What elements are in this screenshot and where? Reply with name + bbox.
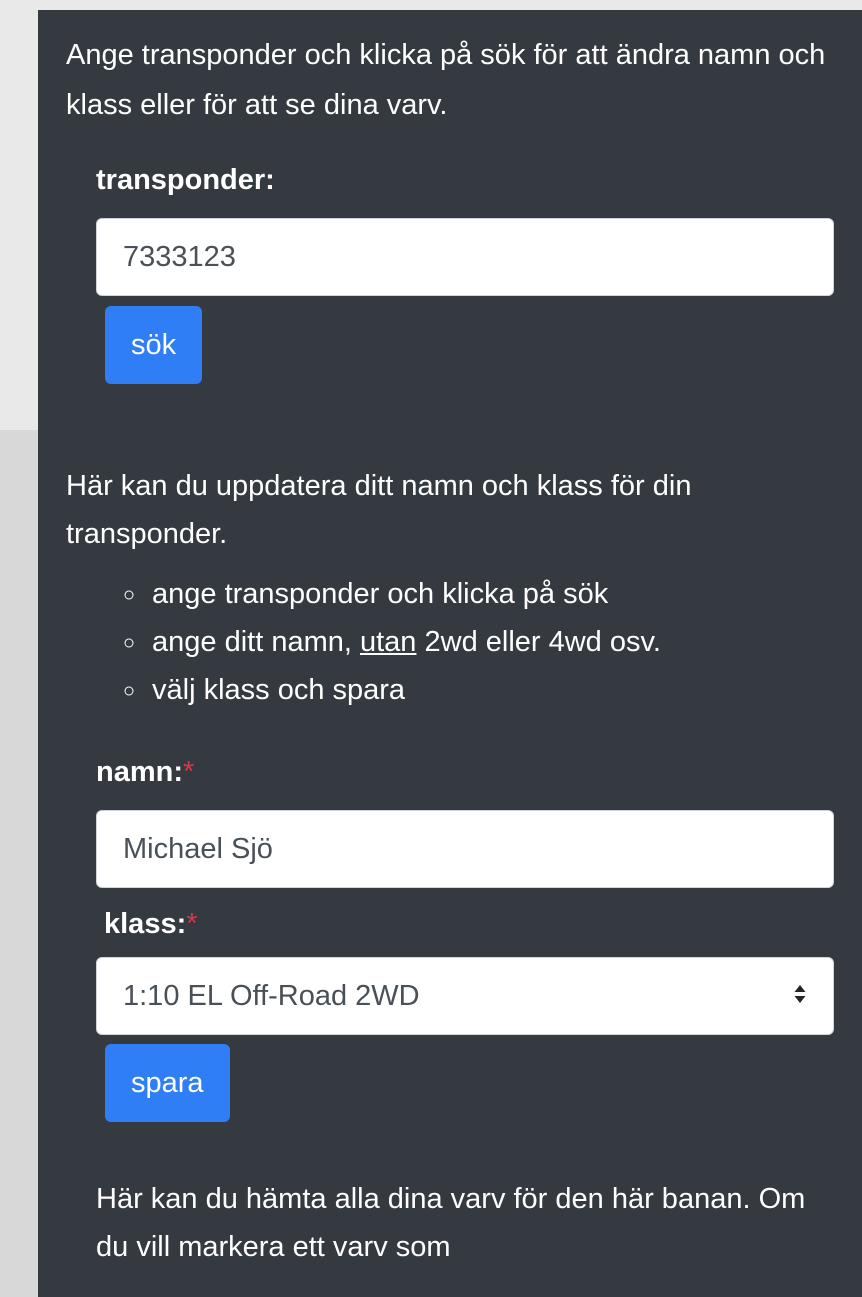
transponder-panel: Ange transponder och klicka på sök för a…	[38, 10, 862, 1297]
update-intro-text: Här kan du uppdatera ditt namn och klass…	[66, 470, 692, 550]
save-button[interactable]: spara	[105, 1044, 230, 1122]
list-item: ange ditt namn, utan 2wd eller 4wd osv.	[148, 618, 661, 666]
transponder-label: transponder:	[96, 164, 275, 196]
class-select[interactable]: 1:10 EL Off-Road 2WD	[96, 957, 834, 1035]
name-label: namn:*	[96, 756, 195, 788]
update-steps-list: ange transponder och klicka på sök ange …	[104, 570, 661, 714]
list-item: välj klass och spara	[148, 666, 661, 714]
name-input[interactable]	[96, 810, 834, 888]
sort-arrows-icon	[793, 983, 807, 1009]
emphasis-utan: utan	[359, 626, 417, 658]
required-marker: *	[183, 756, 195, 788]
list-item: ange transponder och klicka på sök	[148, 570, 661, 618]
class-label: klass:*	[104, 908, 198, 940]
search-intro-text: Ange transponder och klicka på sök för a…	[66, 39, 826, 121]
search-button[interactable]: sök	[105, 306, 203, 384]
required-marker: *	[186, 908, 198, 940]
transponder-input[interactable]	[96, 218, 834, 296]
laps-intro-text: Här kan du hämta alla dina varv för den …	[96, 1183, 806, 1263]
class-select-value: 1:10 EL Off-Road 2WD	[123, 979, 420, 1012]
